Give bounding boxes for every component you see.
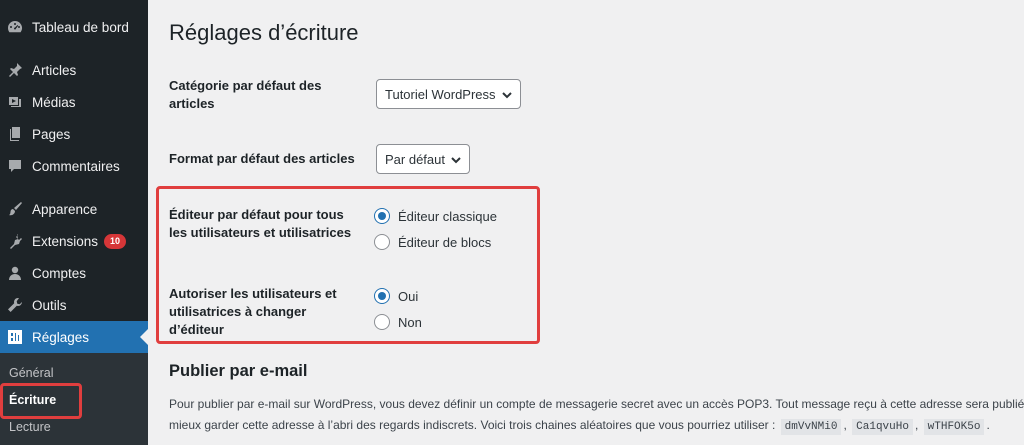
email-description-line1: Pour publier par e-mail sur WordPress, v… [169, 397, 1024, 411]
default-format-select[interactable]: Par défaut [376, 144, 470, 174]
pages-icon [7, 126, 23, 142]
select-value: Tutoriel WordPress [385, 86, 496, 102]
menu-item-outils[interactable]: Outils [0, 289, 148, 321]
menu-label: Médias [32, 94, 76, 110]
random-string: wTHFOK5o [923, 419, 985, 435]
settings-icon [7, 329, 23, 345]
random-string: Ca1qvuHo [852, 419, 913, 435]
menu-label: Outils [32, 297, 67, 313]
menu-item-dashboard[interactable]: Tableau de bord [0, 11, 148, 43]
separator: , [843, 418, 847, 432]
separator: . [986, 418, 990, 432]
submenu-item-lecture[interactable]: Lecture [9, 420, 51, 434]
menu-item-pages[interactable]: Pages [0, 118, 148, 150]
default-format-label: Format par défaut des articles [169, 151, 355, 166]
chevron-down-icon [501, 89, 513, 101]
menu-item-apparence[interactable]: Apparence [0, 193, 148, 225]
media-icon [7, 94, 23, 110]
menu-label: Extensions [32, 233, 99, 249]
menu-item-reglages[interactable]: Réglages [0, 321, 148, 353]
pin-icon [7, 62, 23, 78]
menu-label: Pages [32, 126, 71, 142]
chevron-down-icon [450, 154, 462, 166]
wrench-icon [7, 297, 23, 313]
active-menu-arrow [140, 329, 148, 345]
submenu-highlight-box [0, 383, 82, 419]
menu-item-commentaires[interactable]: Commentaires [0, 150, 148, 182]
menu-label: Réglages [32, 329, 90, 345]
menu-label: Tableau de bord [32, 19, 129, 35]
menu-item-extensions[interactable]: Extensions 10 [0, 225, 148, 257]
email-section-title: Publier par e-mail [169, 362, 308, 380]
plugin-icon [7, 233, 23, 249]
comment-icon [7, 158, 23, 174]
menu-item-articles[interactable]: Articles [0, 54, 148, 86]
update-count-badge: 10 [104, 233, 127, 249]
dashboard-icon [7, 19, 23, 35]
menu-label: Commentaires [32, 158, 120, 174]
brush-icon [7, 201, 23, 217]
main-content: Réglages d’écriture Catégorie par défaut… [148, 0, 1024, 445]
separator: , [914, 418, 919, 432]
user-icon [7, 265, 23, 281]
random-string: dmVvNMi0 [780, 419, 842, 435]
menu-item-medias[interactable]: Médias [0, 86, 148, 118]
menu-label: Apparence [32, 201, 98, 217]
email-description-line2: mieux garder cette adresse à l’abri des … [169, 418, 990, 435]
admin-sidebar: Tableau de bord Articles Médias Pages Co… [0, 0, 148, 445]
page-title: Réglages d’écriture [169, 20, 359, 45]
menu-label: Articles [32, 62, 77, 78]
editor-settings-highlight-box [156, 186, 540, 344]
menu-label: Comptes [32, 265, 87, 281]
select-value: Par défaut [385, 151, 445, 167]
submenu-item-general[interactable]: Général [9, 366, 53, 380]
menu-item-comptes[interactable]: Comptes [0, 257, 148, 289]
description-text: mieux garder cette adresse à l’abri des … [169, 418, 776, 432]
default-category-label: Catégorie par défaut des articles [169, 78, 322, 111]
default-category-select[interactable]: Tutoriel WordPress [376, 79, 521, 109]
